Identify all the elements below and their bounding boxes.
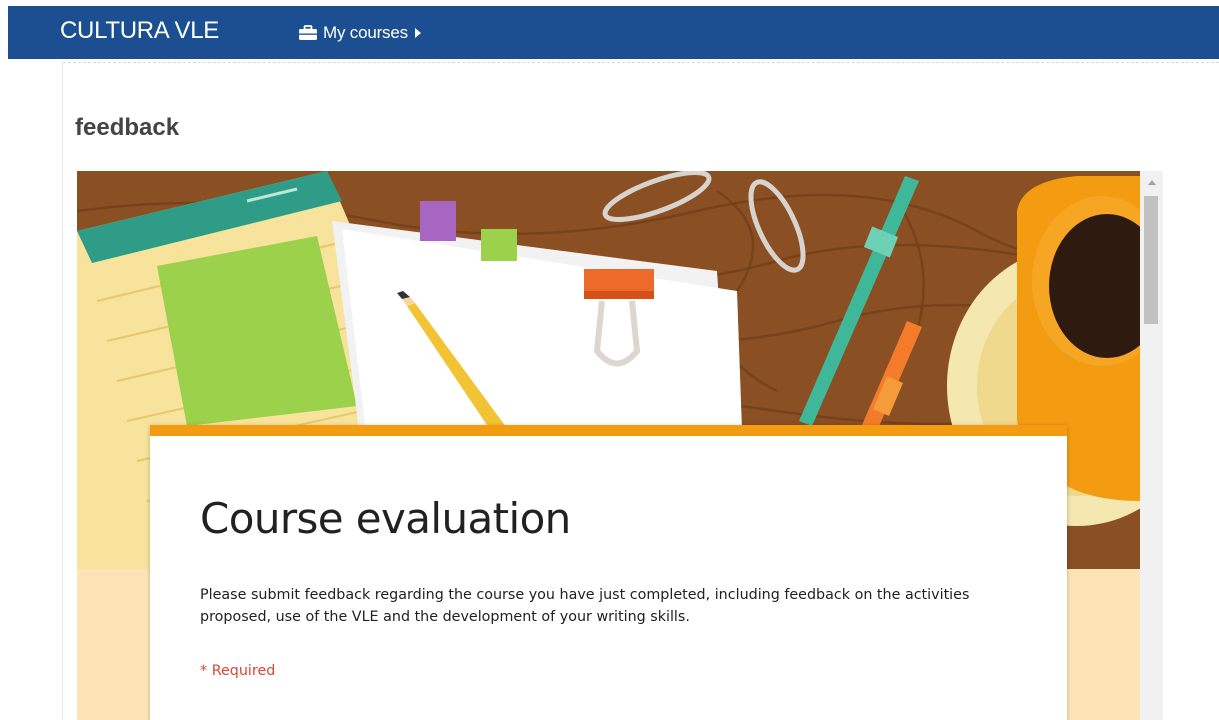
briefcase-icon	[299, 25, 317, 40]
embedded-form-frame[interactable]: Course evaluation Please submit feedback…	[77, 171, 1163, 720]
my-courses-label: My courses	[323, 23, 408, 42]
form-card: Course evaluation Please submit feedback…	[150, 425, 1067, 720]
page-title: feedback	[75, 114, 180, 141]
content-left-border	[62, 62, 63, 720]
caret-right-icon	[414, 28, 421, 38]
frame-scrollbar[interactable]	[1140, 171, 1163, 720]
form-viewport: Course evaluation Please submit feedback…	[77, 171, 1140, 720]
my-courses-menu[interactable]: My courses	[298, 22, 421, 44]
form-title: Course evaluation	[200, 494, 571, 543]
top-navbar: CULTURA VLE My courses	[8, 6, 1219, 59]
form-description: Please submit feedback regarding the cou…	[200, 587, 970, 625]
scroll-up-arrow-icon[interactable]	[1148, 180, 1156, 185]
content-divider	[63, 62, 1219, 63]
site-brand[interactable]: CULTURA VLE	[60, 17, 219, 45]
required-note: * Required	[200, 663, 276, 679]
scrollbar-thumb[interactable]	[1144, 196, 1158, 324]
